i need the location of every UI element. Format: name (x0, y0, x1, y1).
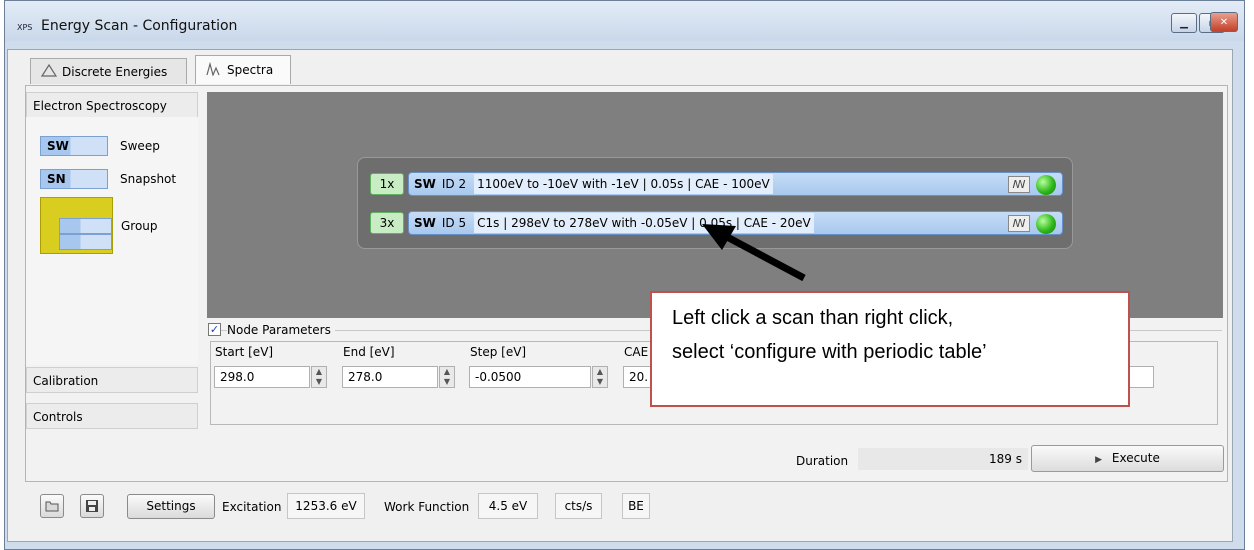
spectrum-peak-icon[interactable]: ꟿ (1008, 176, 1030, 193)
work-function-value: 4.5 eV (478, 493, 538, 519)
callout-line-1: Left click a scan than right click, (672, 307, 954, 329)
play-icon: ▶ (1095, 455, 1103, 465)
repeat-count[interactable]: 3x (370, 212, 404, 234)
duration-label: Duration (796, 454, 849, 468)
tab-discrete-energies[interactable]: Discrete Energies (30, 58, 187, 84)
energy-mode-toggle[interactable]: BE (622, 493, 650, 519)
execute-label: Execute (1111, 451, 1160, 465)
repeat-count[interactable]: 1x (370, 173, 404, 195)
palette-label-group: Group (121, 219, 158, 233)
scan-row[interactable]: 1x SW ID 2 1100eV to -10eV with -1eV | 0… (370, 172, 1063, 196)
start-stepper[interactable]: ▲ ▼ (311, 366, 327, 388)
window-title: Energy Scan - Configuration (41, 18, 238, 34)
callout-line-2: select ‘configure with periodic table’ (672, 341, 987, 363)
palette-item-sweep[interactable]: SW Sweep (40, 136, 160, 156)
sweep-chip: SW (40, 136, 108, 156)
sidebar-item-electron-spectroscopy[interactable]: Electron Spectroscopy (26, 92, 198, 118)
end-input[interactable]: 278.0 (342, 366, 438, 388)
palette-label: Snapshot (120, 172, 177, 186)
step-label: Step [eV] (470, 345, 527, 359)
tab-label: Discrete Energies (62, 64, 168, 79)
palette-item-snapshot[interactable]: SN Snapshot (40, 169, 176, 189)
scan-bar[interactable]: SW ID 2 1100eV to -10eV with -1eV | 0.05… (408, 172, 1063, 196)
xps-app-icon: XPS (17, 23, 33, 32)
discrete-energies-icon (40, 63, 58, 80)
snapshot-chip: SN (40, 169, 108, 189)
spectra-icon (206, 61, 222, 79)
unit-toggle[interactable]: cts/s (555, 493, 602, 519)
sidebar-item-calibration[interactable]: Calibration (26, 367, 198, 393)
callout-arrow-icon (702, 224, 806, 282)
scan-type: SW (414, 177, 436, 191)
sidebar-item-controls[interactable]: Controls (26, 403, 198, 429)
end-label: End [eV] (343, 345, 395, 359)
start-label: Start [eV] (215, 345, 274, 359)
excitation-label: Excitation (222, 500, 282, 514)
execute-button[interactable]: ▶ Execute (1031, 445, 1224, 472)
settings-button[interactable]: Settings (127, 494, 215, 519)
minimize-button[interactable]: ▁ (1171, 13, 1197, 33)
palette-label: Sweep (120, 139, 160, 153)
node-parameters-label: Node Parameters (227, 323, 335, 337)
scan-id: ID 2 (441, 177, 467, 191)
cae-label: CAE (624, 345, 649, 359)
spectrum-peak-icon[interactable]: ꟿ (1008, 215, 1030, 232)
node-parameters-checkbox[interactable]: ✓ (208, 323, 221, 336)
scan-type: SW (414, 216, 436, 230)
tab-label: Spectra (227, 63, 274, 77)
end-stepper[interactable]: ▲ ▼ (439, 366, 455, 388)
work-function-label: Work Function (384, 500, 470, 514)
scan-description: 1100eV to -10eV with -1eV | 0.05s | CAE … (474, 174, 773, 194)
start-input[interactable]: 298.0 (214, 366, 310, 388)
step-input[interactable]: -0.0500 (469, 366, 591, 388)
save-icon[interactable] (80, 494, 104, 518)
title-bar[interactable]: XPS Energy Scan - Configuration ▁ ▫ (5, 1, 1244, 41)
status-led-icon (1036, 175, 1056, 195)
excitation-value: 1253.6 eV (287, 493, 365, 519)
step-stepper[interactable]: ▲ ▼ (592, 366, 608, 388)
group-chip[interactable] (40, 197, 113, 254)
scan-id: ID 5 (441, 216, 467, 230)
open-folder-icon[interactable] (40, 494, 64, 518)
tab-spectra[interactable]: Spectra (195, 55, 291, 84)
instruction-callout: Left click a scan than right click, sele… (650, 291, 1130, 407)
duration-value: 189 s (858, 448, 1028, 470)
status-led-icon (1036, 214, 1056, 234)
close-button[interactable]: ✕ (1210, 12, 1238, 32)
